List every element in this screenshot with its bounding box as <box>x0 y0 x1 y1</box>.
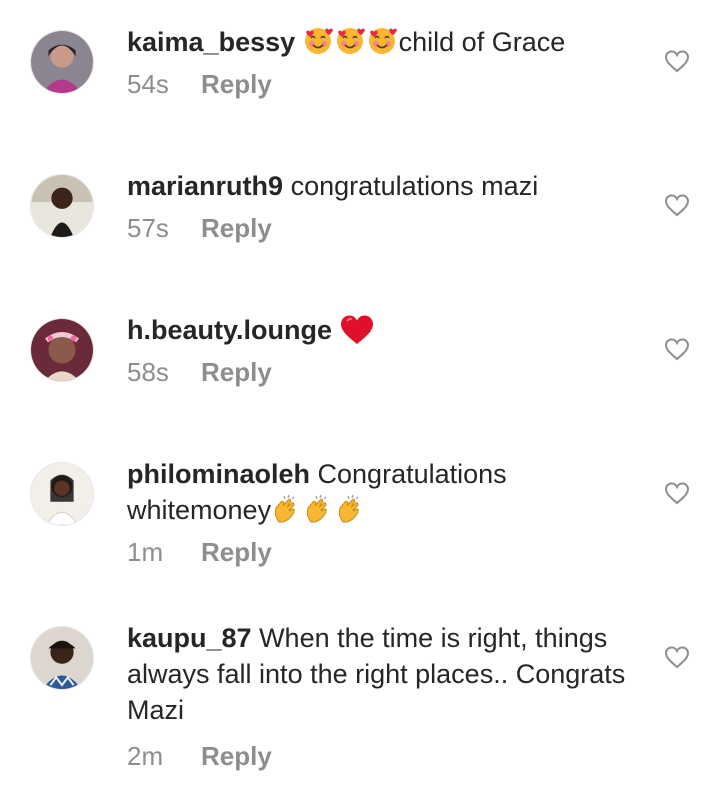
comment-timestamp: 58s <box>127 357 169 387</box>
heart-outline-icon[interactable] <box>664 49 690 73</box>
reply-button[interactable]: Reply <box>201 741 272 771</box>
avatar[interactable] <box>30 626 94 690</box>
reply-button[interactable]: Reply <box>201 537 272 567</box>
smiling-face-with-hearts-icon <box>367 26 397 56</box>
comment-timestamp: 1m <box>127 537 164 567</box>
comment-text: kaima_bessy child of Grace <box>127 24 637 60</box>
comment-text: h.beauty.lounge <box>127 312 637 348</box>
comment-username[interactable]: philominaoleh <box>127 459 310 489</box>
avatar[interactable] <box>30 174 94 238</box>
comment-meta: 2m Reply <box>127 740 637 772</box>
comment-timestamp: 54s <box>127 69 169 99</box>
smiling-face-with-hearts-icon <box>303 26 333 56</box>
comment-text: marianruth9 congratulations mazi <box>127 168 637 204</box>
comment-text: philominaoleh Congratulations whitemoney <box>127 456 637 528</box>
comment-timestamp: 57s <box>127 213 169 243</box>
heart-outline-icon[interactable] <box>664 193 690 217</box>
avatar[interactable] <box>30 318 94 382</box>
reply-button[interactable]: Reply <box>201 69 272 99</box>
comment-meta: 1m Reply <box>127 536 637 568</box>
smiling-face-with-hearts-icon <box>335 26 365 56</box>
comment-text: kaupu_87 When the time is right, things … <box>127 620 637 728</box>
comment-timestamp: 2m <box>127 741 164 771</box>
comment-meta: 57s Reply <box>127 212 637 244</box>
clapping-hands-icon <box>335 494 365 524</box>
avatar[interactable] <box>30 30 94 94</box>
comment-username[interactable]: marianruth9 <box>127 171 283 201</box>
reply-button[interactable]: Reply <box>201 357 272 387</box>
heart-outline-icon[interactable] <box>664 481 690 505</box>
heart-outline-icon[interactable] <box>664 337 690 361</box>
avatar[interactable] <box>30 462 94 526</box>
comment-meta: 58s Reply <box>127 356 637 388</box>
comment-username[interactable]: h.beauty.lounge <box>127 315 332 345</box>
red-heart-icon <box>340 314 374 346</box>
comment-body: child of Grace <box>398 27 566 57</box>
comment-username[interactable]: kaima_bessy <box>127 27 295 57</box>
clapping-hands-icon <box>303 494 333 524</box>
comment-body: congratulations mazi <box>290 171 539 201</box>
reply-button[interactable]: Reply <box>201 213 272 243</box>
heart-outline-icon[interactable] <box>664 645 690 669</box>
comment-meta: 54s Reply <box>127 68 637 100</box>
clapping-hands-icon <box>271 494 301 524</box>
comment-username[interactable]: kaupu_87 <box>127 623 252 653</box>
